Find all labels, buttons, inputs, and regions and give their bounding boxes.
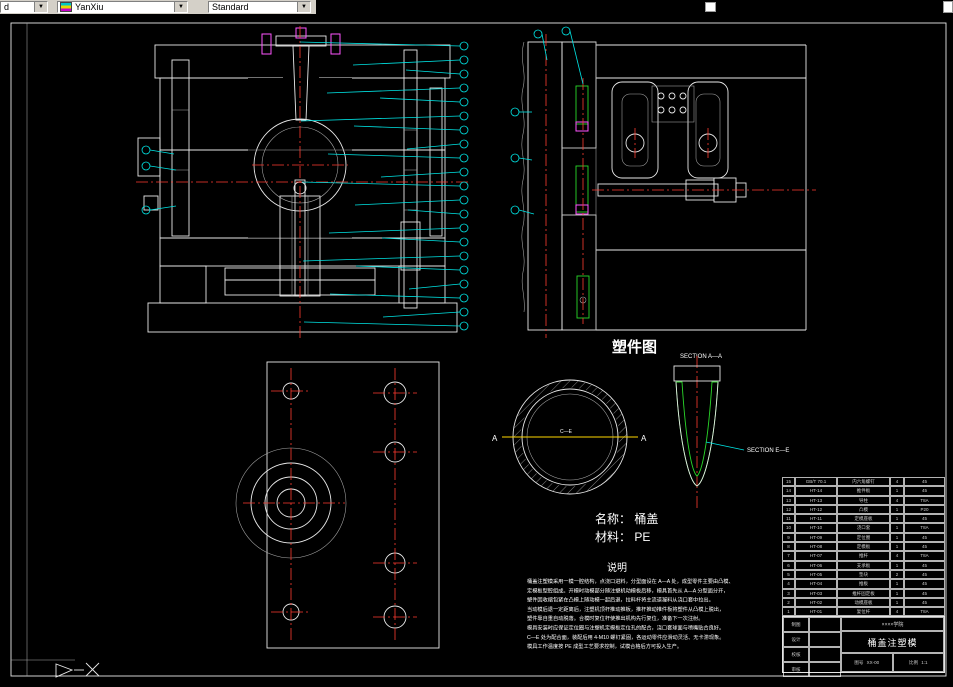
- fit-marker-ce: C—E: [560, 429, 573, 435]
- parts-row: 6 HT-06 支承板 1 45: [782, 560, 945, 570]
- sig-value: [809, 617, 841, 633]
- notes-line: 塑件因收缩包紧在凸模上随动模一起后退，拉料杆将主流道凝料从浇口套中拉出。: [527, 596, 714, 604]
- signature-rows: 制图 设计 校核 审核: [783, 617, 841, 678]
- parts-row: 1 HT-01 复位杆 4 T8A: [782, 607, 945, 617]
- part-info-text: 名称： 桶盖 材料： PE 说明 桶盖注塑模采用一模一腔结构，点浇口进料，分型面…: [527, 511, 734, 650]
- sig-value: [809, 647, 841, 663]
- mold-section-side-view: [521, 34, 816, 338]
- section-a-label: SECTION A—A: [680, 354, 722, 360]
- chevron-down-icon[interactable]: ▼: [174, 2, 187, 12]
- scale-label: 比例: [908, 660, 918, 666]
- title-block-bottom: 制图 设计 校核 审核 ××××学院 桶盖注塑模 图号 XX-00 比例 1:1: [782, 616, 945, 678]
- notes-line: C—E 处为配合面，装配后用 4-M10 螺钉紧固，各运动零件应滑动灵活、无卡滞…: [527, 633, 724, 641]
- window-artifact: [943, 1, 953, 13]
- notes-body: 桶盖注塑模采用一模一腔结构，点浇口进料，分型面设在 A—A 处，成型零件主要由凸…: [527, 577, 734, 650]
- drawing-title: 桶盖注塑模: [841, 631, 944, 654]
- sig-value: [809, 632, 841, 648]
- notes-line: 桶盖注塑模采用一模一腔结构，点浇口进料，分型面设在 A—A 处，成型零件主要由凸…: [527, 577, 734, 585]
- crosshair-cursor[interactable]: [85, 662, 100, 677]
- notes-line: 塑件靠自重自动脱落。合模时复位杆使推出机构先行复位，准备下一次注射。: [527, 614, 703, 622]
- layer-icon: [60, 2, 72, 12]
- text-style-dropdown-value: Standard: [212, 2, 249, 12]
- sig-label: 校核: [783, 647, 809, 663]
- parts-row: 4 HT-04 推板 1 45: [782, 579, 945, 589]
- parts-row: 9 HT-09 定位圈 1 45: [782, 532, 945, 543]
- notes-line: 定模板型腔组成。开模时动模部分随注塑机动模板后移，模具首先从 A—A 分型面分开…: [527, 586, 728, 594]
- notes-line: 模具工作温度按 PE 成型工艺要求控制，试模合格后方可投入生产。: [527, 642, 682, 650]
- organization-name: ××××学院: [841, 617, 944, 632]
- command-dropdown[interactable]: d ▼: [0, 1, 48, 13]
- part-material-line: 材料： PE: [595, 530, 650, 544]
- window-artifact: [705, 2, 716, 12]
- ucs-icon: [55, 663, 84, 678]
- parts-list-table: 15 GB/T 70.1 内六角螺钉 4 45 14 HT-14 推件板 1 45 13 HT-13 导…: [782, 477, 945, 617]
- parts-row: 12 HT-12 凸模 1 P20: [782, 504, 945, 515]
- parts-row: 7 HT-07 推杆 4 T8A: [782, 551, 945, 561]
- parts-row: 14 HT-14 推件板 1 45: [782, 486, 945, 496]
- drawing-number: XX-00: [866, 660, 880, 666]
- sig-value: [809, 662, 841, 678]
- mold-section-front-view: [136, 26, 470, 340]
- notes-line: 模具安装时应保证定位圈与注塑机定模板定位孔的配合，浇口套球面与喷嘴贴合良好。: [527, 624, 724, 632]
- parts-row: 5 HT-05 垫块 2 45: [782, 569, 945, 580]
- section-e-label: SECTION E—E: [747, 448, 789, 454]
- scale-cell: 比例 1:1: [892, 653, 944, 673]
- sig-label: 审核: [783, 662, 809, 678]
- parts-row: 11 HT-11 定模座板 1 45: [782, 514, 945, 524]
- parts-row: 3 HT-03 推杆固定板 1 45: [782, 588, 945, 598]
- text-style-dropdown[interactable]: Standard ▼: [208, 1, 311, 13]
- notes-line: 当动模后退一定距离后，注塑机顶杆推动推板，推杆推动推件板将塑件从凸模上脱出，: [527, 605, 724, 613]
- callout-balloons: [141, 26, 584, 331]
- top-toolbar: d ▼ YanXiu ▼ Standard ▼: [0, 0, 953, 14]
- layer-dropdown[interactable]: YanXiu ▼: [57, 1, 188, 13]
- cad-application: { "colors": { "annotation": "#00e5e5", "…: [0, 0, 953, 687]
- chevron-down-icon[interactable]: ▼: [34, 2, 47, 12]
- parts-row: 2 HT-02 动模座板 1 45: [782, 597, 945, 608]
- sig-label: 制图: [783, 617, 809, 633]
- layer-dropdown-value: YanXiu: [75, 2, 104, 12]
- title-block-right: ××××学院 桶盖注塑模 图号 XX-00 比例 1:1: [841, 617, 944, 673]
- part-figure-title: 塑件图: [612, 338, 657, 356]
- parts-row: 8 HT-08 定模板 1 45: [782, 542, 945, 552]
- title-block: 15 GB/T 70.1 内六角螺钉 4 45 14 HT-14 推件板 1 45 13 HT-13 导…: [782, 477, 945, 678]
- plastic-part-views: 塑件图 SECTION A—A A A C—E SECTION E—E: [492, 338, 789, 508]
- part-name-line: 名称： 桶盖: [595, 511, 658, 526]
- parts-row: 13 HT-13 导柱 4 T8A: [782, 495, 945, 505]
- drawing-number-label: 图号: [854, 660, 864, 666]
- parts-row: 15 GB/T 70.1 内六角螺钉 4 45: [782, 477, 945, 487]
- plate-top-view: [235, 361, 440, 649]
- section-marker-a-right: A: [641, 434, 647, 443]
- section-marker-a-left: A: [492, 434, 498, 443]
- sig-label: 设计: [783, 632, 809, 648]
- scale-value: 1:1: [921, 660, 928, 666]
- chevron-down-icon[interactable]: ▼: [297, 2, 310, 12]
- notes-title: 说明: [607, 561, 627, 574]
- command-dropdown-value: d: [4, 2, 10, 12]
- drawing-number-cell: 图号 XX-00: [841, 653, 893, 673]
- parts-row: 10 HT-10 浇口套 1 T8A: [782, 523, 945, 533]
